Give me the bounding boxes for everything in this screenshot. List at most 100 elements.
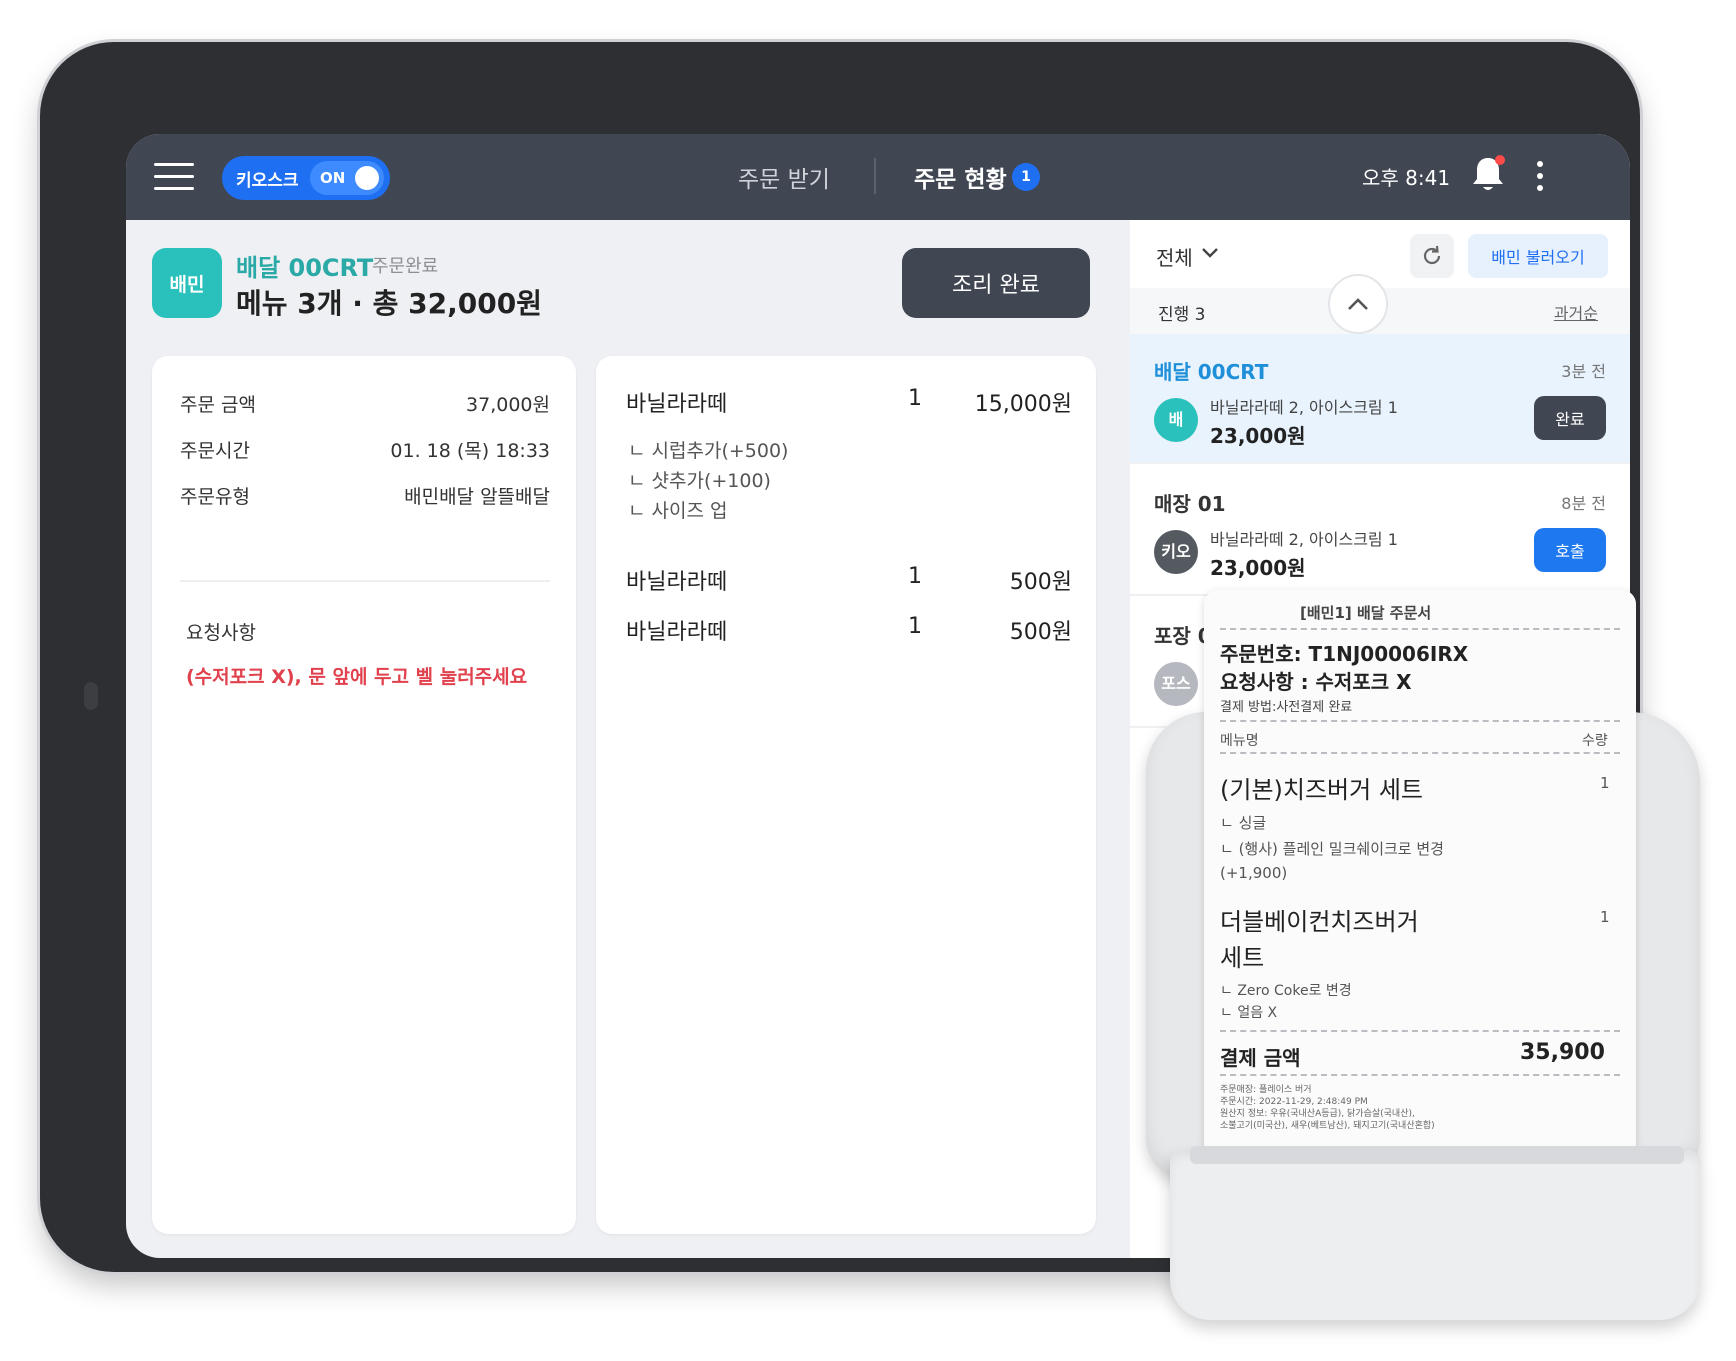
request-text: (수저포크 X), 문 앞에 두고 벨 눌러주세요 bbox=[186, 666, 528, 688]
menu-row: 바닐라라떼 1 15,000원 bbox=[626, 386, 1072, 417]
printed-receipt: [배민1] 배달 주문서 주문번호: T1NJ00006IRX 요청사항 : 수… bbox=[1204, 590, 1636, 1160]
kiosk-label: 키오스크 bbox=[236, 170, 299, 191]
order-item-price: 23,000원 bbox=[1210, 556, 1306, 580]
kiosk-switch[interactable]: ON bbox=[310, 161, 384, 195]
sort-toggle[interactable]: 과거순 bbox=[1554, 300, 1598, 324]
menu-price: 500원 bbox=[1009, 620, 1072, 645]
menu-option: ㄴ 시럽추가(+500) bbox=[628, 440, 789, 462]
printer-front bbox=[1170, 1150, 1700, 1320]
top-bar: 키오스크 ON 주문 받기 주문 현황 1 오후 8:41 bbox=[126, 134, 1630, 220]
collapse-button[interactable] bbox=[1328, 274, 1388, 334]
order-menu-card: 바닐라라떼 1 15,000원 ㄴ 시럽추가(+500) ㄴ 샷추가(+100)… bbox=[596, 356, 1096, 1234]
complete-button[interactable]: 완료 bbox=[1534, 396, 1606, 440]
baemin-logo: 배민 bbox=[152, 248, 222, 318]
menu-qty: 1 bbox=[908, 564, 922, 589]
order-summary: 메뉴 3개 · 총 32,000원 bbox=[236, 287, 542, 320]
filter-dropdown[interactable]: 전체 bbox=[1156, 242, 1193, 271]
order-item-title: 배달 00CRT bbox=[1154, 360, 1269, 384]
order-item-avatar: 키오 bbox=[1154, 530, 1198, 574]
info-label: 주문유형 bbox=[180, 486, 250, 508]
order-item-menu: 바닐라라떼 2, 아이스크림 1 bbox=[1210, 398, 1398, 417]
receipt-divider bbox=[1220, 720, 1620, 722]
receipt-order-no: 주문번호: T1NJ00006IRX bbox=[1220, 642, 1469, 666]
info-label: 주문시간 bbox=[180, 440, 250, 462]
receipt-divider bbox=[1220, 628, 1620, 630]
refresh-icon bbox=[1423, 245, 1441, 265]
menu-price: 500원 bbox=[1009, 570, 1072, 595]
order-item-time: 8분 전 bbox=[1561, 494, 1606, 513]
nav-divider bbox=[874, 158, 876, 194]
receipt-divider bbox=[1220, 1074, 1620, 1076]
more-options-icon[interactable] bbox=[1536, 161, 1544, 193]
receipt-divider bbox=[1220, 1030, 1620, 1032]
tablet-side-button bbox=[84, 682, 98, 710]
menu-name: 바닐라라떼 bbox=[626, 392, 728, 417]
receipt-item-option: ㄴ 싱글 bbox=[1220, 814, 1267, 832]
info-row-amount: 주문 금액 37,000원 bbox=[180, 390, 550, 420]
receipt-item-qty: 1 bbox=[1600, 908, 1610, 926]
order-state: 주문완료 bbox=[372, 256, 439, 277]
receipt-item-option: ㄴ (행사) 플레인 밀크쉐이크로 변경 bbox=[1220, 840, 1444, 858]
order-item-title: 매장 01 bbox=[1154, 492, 1226, 516]
chevron-down-icon[interactable] bbox=[1200, 246, 1220, 260]
kiosk-toggle[interactable]: 키오스크 ON bbox=[222, 156, 390, 200]
receipt-divider bbox=[1220, 752, 1620, 754]
receipt-item-name: (기본)치즈버거 세트 bbox=[1220, 776, 1423, 804]
menu-row: 바닐라라떼 1 500원 bbox=[626, 614, 1072, 645]
receipt-item-name: 더블베이컨치즈버거 bbox=[1220, 908, 1419, 936]
switch-knob bbox=[355, 166, 379, 190]
receipt-total-value: 35,900 bbox=[1520, 1040, 1605, 1065]
info-value: 37,000원 bbox=[466, 394, 550, 416]
clock: 오후 8:41 bbox=[1362, 166, 1451, 190]
refresh-button[interactable] bbox=[1410, 234, 1454, 278]
receipt-payment: 결제 방법:사전결제 완료 bbox=[1220, 700, 1353, 715]
menu-qty: 1 bbox=[908, 386, 922, 411]
kiosk-switch-state: ON bbox=[320, 169, 346, 187]
bell-icon[interactable] bbox=[1470, 154, 1506, 194]
tab-order-receive[interactable]: 주문 받기 bbox=[738, 160, 830, 194]
menu-icon[interactable] bbox=[154, 163, 194, 191]
tab-order-status[interactable]: 주문 현황 bbox=[914, 160, 1007, 194]
receipt-header: [배민1] 배달 주문서 bbox=[1300, 604, 1432, 622]
menu-name: 바닐라라떼 bbox=[626, 620, 728, 645]
order-item-menu: 바닐라라떼 2, 아이스크림 1 bbox=[1210, 530, 1398, 549]
menu-row: 바닐라라떼 1 500원 bbox=[626, 564, 1072, 595]
info-label: 주문 금액 bbox=[180, 394, 256, 416]
info-value: 배민배달 알뜰배달 bbox=[404, 486, 550, 508]
menu-option: ㄴ 사이즈 업 bbox=[628, 500, 728, 522]
cook-done-button[interactable]: 조리 완료 bbox=[902, 248, 1090, 318]
chevron-up-icon bbox=[1348, 298, 1368, 310]
baemin-load-button[interactable]: 배민 불러오기 bbox=[1468, 234, 1608, 278]
menu-qty: 1 bbox=[908, 614, 922, 639]
receipt-item-qty: 1 bbox=[1600, 774, 1610, 792]
call-button[interactable]: 호출 bbox=[1534, 528, 1606, 572]
order-item-price: 23,000원 bbox=[1210, 424, 1306, 448]
receipt-total-label: 결제 금액 bbox=[1220, 1046, 1301, 1070]
menu-price: 15,000원 bbox=[974, 392, 1072, 417]
receipt-item-option: (+1,900) bbox=[1220, 864, 1288, 882]
order-list-item[interactable]: 매장 01 8분 전 키오 바닐라라떼 2, 아이스크림 1 23,000원 호… bbox=[1130, 466, 1630, 596]
info-value: 01. 18 (목) 18:33 bbox=[390, 440, 550, 462]
receipt-col-qty: 수량 bbox=[1582, 733, 1608, 749]
menu-name: 바닐라라떼 bbox=[626, 570, 728, 595]
order-item-avatar: 배 bbox=[1154, 398, 1198, 442]
order-code: 배달 00CRT bbox=[236, 254, 374, 282]
order-info-card: 주문 금액 37,000원 주문시간 01. 18 (목) 18:33 주문유형… bbox=[152, 356, 576, 1234]
info-row-time: 주문시간 01. 18 (목) 18:33 bbox=[180, 436, 550, 466]
order-item-avatar: 포스 bbox=[1154, 662, 1198, 706]
receipt-item-option: ㄴ Zero Coke로 변경 bbox=[1220, 983, 1352, 999]
receipt-fine-print: 소불고기(미국산), 새우(베트남산), 돼지고기(국내산혼합) bbox=[1220, 1121, 1435, 1131]
menu-option: ㄴ 샷추가(+100) bbox=[628, 470, 771, 492]
printer-slot bbox=[1190, 1146, 1684, 1164]
info-row-type: 주문유형 배민배달 알뜰배달 bbox=[180, 482, 550, 512]
receipt-request: 요청사항 : 수저포크 X bbox=[1220, 670, 1412, 694]
receipt-col-menu: 메뉴명 bbox=[1220, 733, 1259, 749]
divider bbox=[180, 580, 550, 582]
receipt-item-option: ㄴ 얼음 X bbox=[1220, 1005, 1278, 1021]
order-status-badge: 1 bbox=[1012, 163, 1040, 191]
order-item-time: 3분 전 bbox=[1561, 362, 1606, 381]
order-list-item[interactable]: 배달 00CRT 3분 전 배 바닐라라떼 2, 아이스크림 1 23,000원… bbox=[1130, 334, 1630, 464]
request-title: 요청사항 bbox=[186, 622, 256, 644]
receipt-item-name-cont: 세트 bbox=[1220, 944, 1265, 972]
progress-count: 진행 3 bbox=[1158, 305, 1206, 325]
